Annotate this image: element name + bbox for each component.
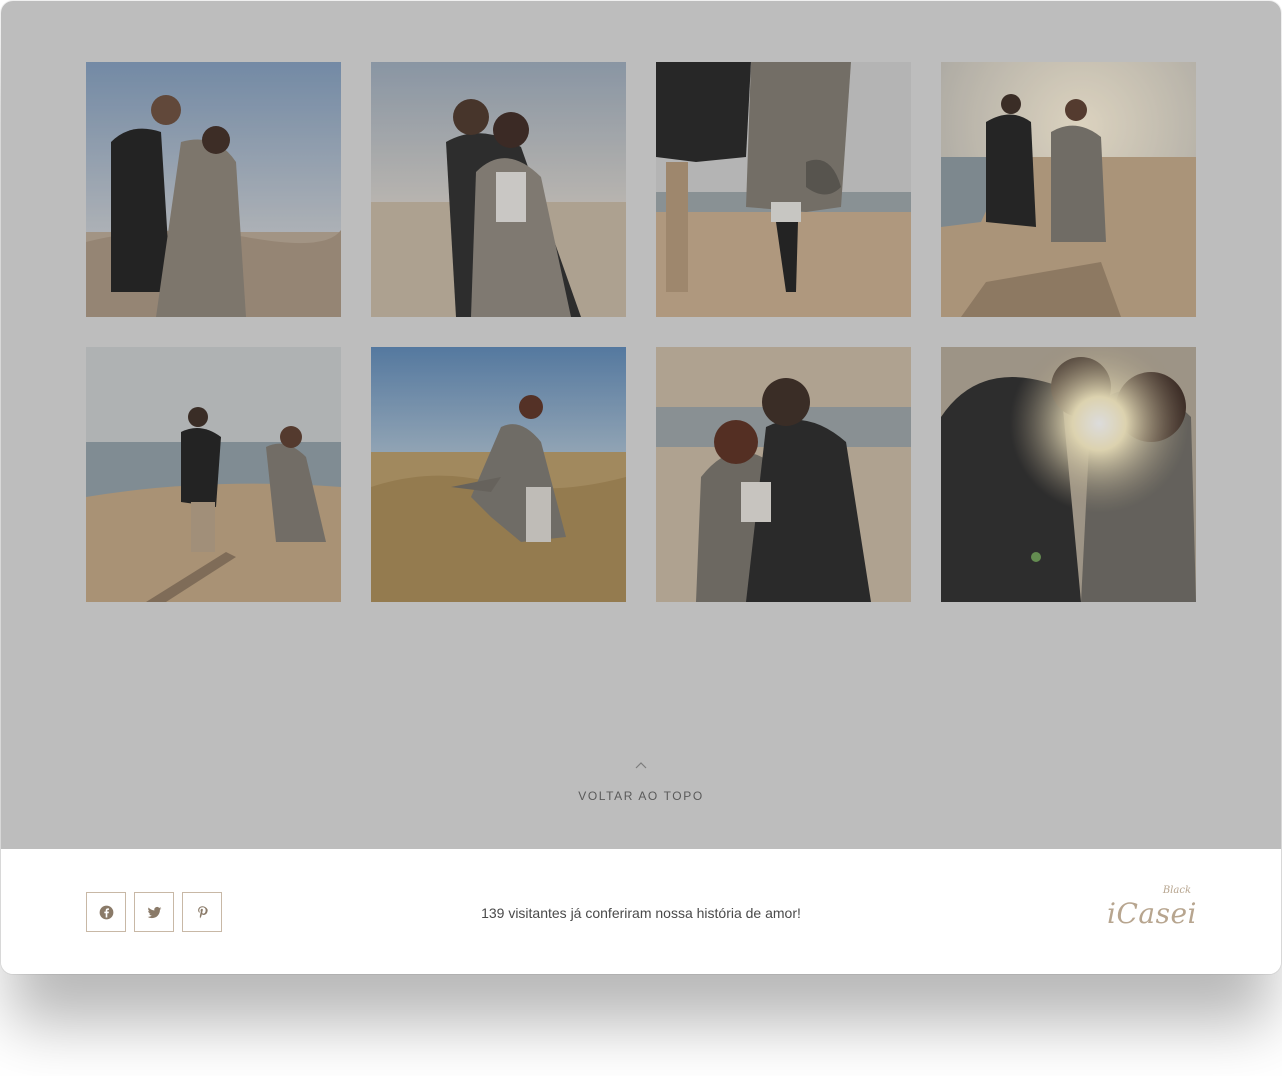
photo-image [656, 62, 911, 317]
gallery-photo-3[interactable] [656, 62, 911, 317]
gallery-photo-5[interactable] [86, 347, 341, 602]
brand-tagline: Black [1162, 885, 1191, 896]
chevron-up-icon [635, 762, 647, 769]
gallery-photo-6[interactable] [371, 347, 626, 602]
gallery-photo-2[interactable] [371, 62, 626, 317]
photo-image [86, 62, 341, 317]
photo-image [86, 347, 341, 602]
back-to-top-label: VOLTAR AO TOPO [578, 789, 704, 803]
photo-grid [86, 62, 1196, 602]
back-to-top-link[interactable]: VOLTAR AO TOPO [1, 761, 1281, 805]
footer: 139 visitantes já conferiram nossa histó… [1, 849, 1281, 974]
icasei-logo[interactable]: Black iCasei [1107, 883, 1197, 933]
visitors-counter: 139 visitantes já conferiram nossa histó… [481, 905, 801, 921]
gallery-section: VOLTAR AO TOPO [1, 1, 1281, 849]
photo-image [656, 347, 911, 602]
gallery-photo-4[interactable] [941, 62, 1196, 317]
gallery-photo-8[interactable] [941, 347, 1196, 602]
gallery-photo-1[interactable] [86, 62, 341, 317]
brand-name: iCasei [1107, 897, 1197, 930]
browser-window: VOLTAR AO TOPO 139 visitantes já conferi… [1, 1, 1281, 974]
gallery-photo-7[interactable] [656, 347, 911, 602]
photo-image [941, 62, 1196, 317]
photo-image [371, 62, 626, 317]
photo-image [941, 347, 1196, 602]
photo-image [371, 347, 626, 602]
